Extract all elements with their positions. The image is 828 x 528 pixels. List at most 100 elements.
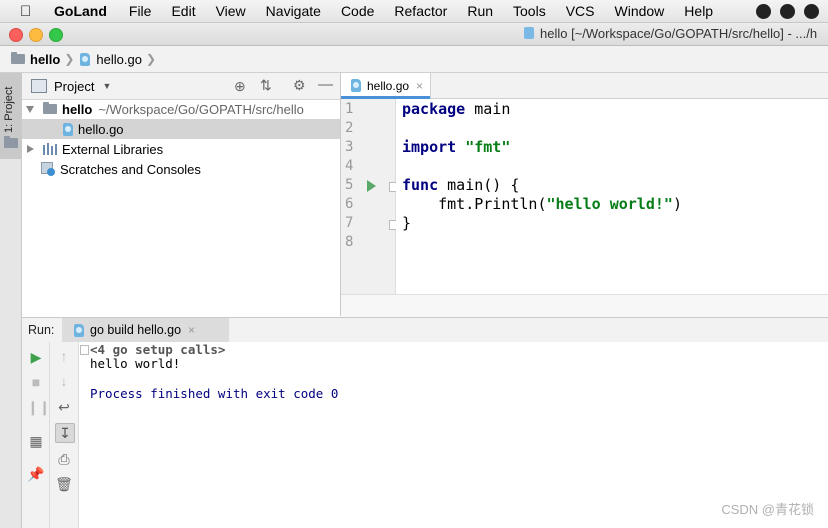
editor-tab-bar: hello.go × (341, 73, 828, 99)
code-line-1: package main (402, 100, 510, 118)
pin-icon[interactable]: 📌 (27, 465, 45, 483)
line-number: 6 (345, 196, 354, 212)
hide-panel-icon[interactable]: — (318, 76, 333, 93)
gear-icon[interactable]: ⚙ (293, 77, 306, 94)
pause-icon[interactable]: ❙❙ (27, 398, 50, 416)
minimize-window-button[interactable] (29, 28, 43, 42)
breadcrumb-file[interactable]: hello.go (96, 52, 142, 67)
close-window-button[interactable] (9, 28, 23, 42)
project-view-icon (31, 79, 47, 93)
keyword: package (402, 100, 466, 118)
watermark: CSDN @青花锁 (721, 502, 814, 517)
menu-edit[interactable]: Edit (171, 3, 195, 19)
collapse-all-icon[interactable]: ⇅ (260, 77, 272, 94)
extension-icon[interactable] (780, 3, 795, 19)
menu-tools[interactable]: Tools (513, 3, 546, 19)
code-line-3: import "fmt" (402, 138, 510, 156)
expand-arrow-icon[interactable] (27, 145, 34, 153)
code-line-6: fmt.Println("hello world!") (402, 195, 682, 213)
console-output[interactable]: <4 go setup calls> hello world! Process … (79, 342, 828, 528)
zoom-window-button[interactable] (49, 28, 63, 42)
menu-help[interactable]: Help (684, 3, 713, 19)
tree-item-scratches[interactable]: Scratches and Consoles (22, 159, 340, 179)
library-icon (43, 143, 57, 155)
editor-bottom-area (341, 294, 828, 317)
go-file-icon (524, 27, 534, 39)
layout-icon[interactable]: ▦ (27, 432, 45, 450)
run-gutter-icon[interactable] (367, 180, 376, 192)
left-tool-strip: 1: Project (0, 73, 22, 528)
code-line-5: func main() { (402, 176, 519, 194)
window-title-bar: hello [~/Workspace/Go/GOPATH/src/hello] … (0, 23, 828, 46)
menu-window[interactable]: Window (615, 3, 665, 19)
tree-item-hello-go[interactable]: hello.go (22, 119, 340, 139)
folder-icon (4, 136, 18, 148)
code-text: main() { (438, 176, 520, 194)
string-literal: "hello world!" (546, 195, 673, 213)
print-icon[interactable]: ⎙ (55, 450, 73, 468)
tree-external-libraries-label: External Libraries (62, 141, 164, 157)
line-number: 8 (345, 234, 354, 250)
window-title: hello [~/Workspace/Go/GOPATH/src/hello] … (524, 26, 817, 41)
apple-menu-icon[interactable]:  (20, 3, 40, 20)
stop-icon[interactable]: ■ (27, 373, 45, 391)
line-number: 3 (345, 139, 354, 155)
go-file-icon (351, 79, 361, 92)
code-editor[interactable]: package main import "fmt" func main() { … (396, 99, 828, 294)
tool-tab-project[interactable]: 1: Project (0, 73, 21, 159)
tree-root-name: hello (62, 101, 93, 117)
project-panel: Project ▼ ⊕ ⇅ ⚙ — hello ~/Workspace/Go/G… (22, 73, 341, 316)
arrow-up-icon[interactable]: ↑ (55, 347, 73, 365)
tree-scratches-label: Scratches and Consoles (60, 161, 201, 177)
string-literal: "fmt" (465, 138, 511, 156)
soft-wrap-icon[interactable]: ↩ (55, 398, 73, 416)
folder-icon (11, 52, 25, 64)
trash-icon[interactable]: 🗑 (55, 475, 73, 493)
tab-run-config[interactable]: go build hello.go × (62, 318, 229, 342)
menu-code[interactable]: Code (341, 3, 374, 19)
project-panel-header: Project ▼ ⊕ ⇅ ⚙ — (22, 73, 340, 100)
breadcrumb-project[interactable]: hello (30, 52, 60, 67)
menu-vcs[interactable]: VCS (566, 3, 595, 19)
editor-gutter: 1 2 3 4 5 6 7 8 (341, 99, 398, 294)
tab-hello-go[interactable]: hello.go × (341, 73, 431, 99)
scratches-icon (41, 162, 55, 176)
tree-item-root[interactable]: hello ~/Workspace/Go/GOPATH/src/hello (22, 99, 340, 119)
fold-marker-icon[interactable] (80, 345, 89, 355)
menu-navigate[interactable]: Navigate (266, 3, 321, 19)
line-number: 7 (345, 215, 354, 231)
close-tab-icon[interactable]: × (416, 79, 423, 93)
chevron-down-icon[interactable]: ▼ (102, 81, 111, 91)
run-tab-label: go build hello.go (90, 323, 182, 337)
code-text: fmt.Println( (402, 195, 547, 213)
locate-icon[interactable]: ⊕ (234, 78, 246, 95)
menu-file[interactable]: File (129, 3, 152, 19)
go-file-icon (63, 122, 73, 136)
line-number: 2 (345, 120, 354, 136)
menu-app-name[interactable]: GoLand (54, 3, 107, 19)
menu-refactor[interactable]: Refactor (394, 3, 447, 19)
code-text: main (465, 100, 511, 118)
rerun-icon[interactable]: ▶ (27, 348, 45, 366)
arrow-down-icon[interactable]: ↓ (55, 372, 73, 390)
console-output-line: hello world! (90, 356, 181, 371)
wechat-icon[interactable] (804, 3, 819, 19)
tree-file-label: hello.go (78, 121, 124, 137)
chevron-right-icon: ❯ (145, 52, 157, 66)
close-tab-icon[interactable]: × (188, 323, 195, 337)
go-file-icon (74, 323, 84, 337)
tree-item-external-libraries[interactable]: External Libraries (22, 139, 340, 159)
run-panel-label: Run: (28, 323, 55, 337)
code-line-7: } (402, 214, 411, 232)
menu-view[interactable]: View (216, 3, 246, 19)
project-view-title[interactable]: Project (54, 79, 94, 94)
console-exit-message: Process finished with exit code 0 (90, 386, 339, 401)
status-tray (756, 0, 828, 22)
code-text: } (402, 214, 412, 232)
notification-icon[interactable] (756, 3, 771, 19)
scroll-to-end-icon[interactable]: ↧ (55, 423, 75, 443)
menu-run[interactable]: Run (467, 3, 493, 19)
menu-bar:  GoLand File Edit View Navigate Code Re… (0, 0, 828, 23)
console-setup-calls[interactable]: <4 go setup calls> (90, 342, 225, 357)
expand-arrow-icon[interactable] (26, 105, 34, 113)
